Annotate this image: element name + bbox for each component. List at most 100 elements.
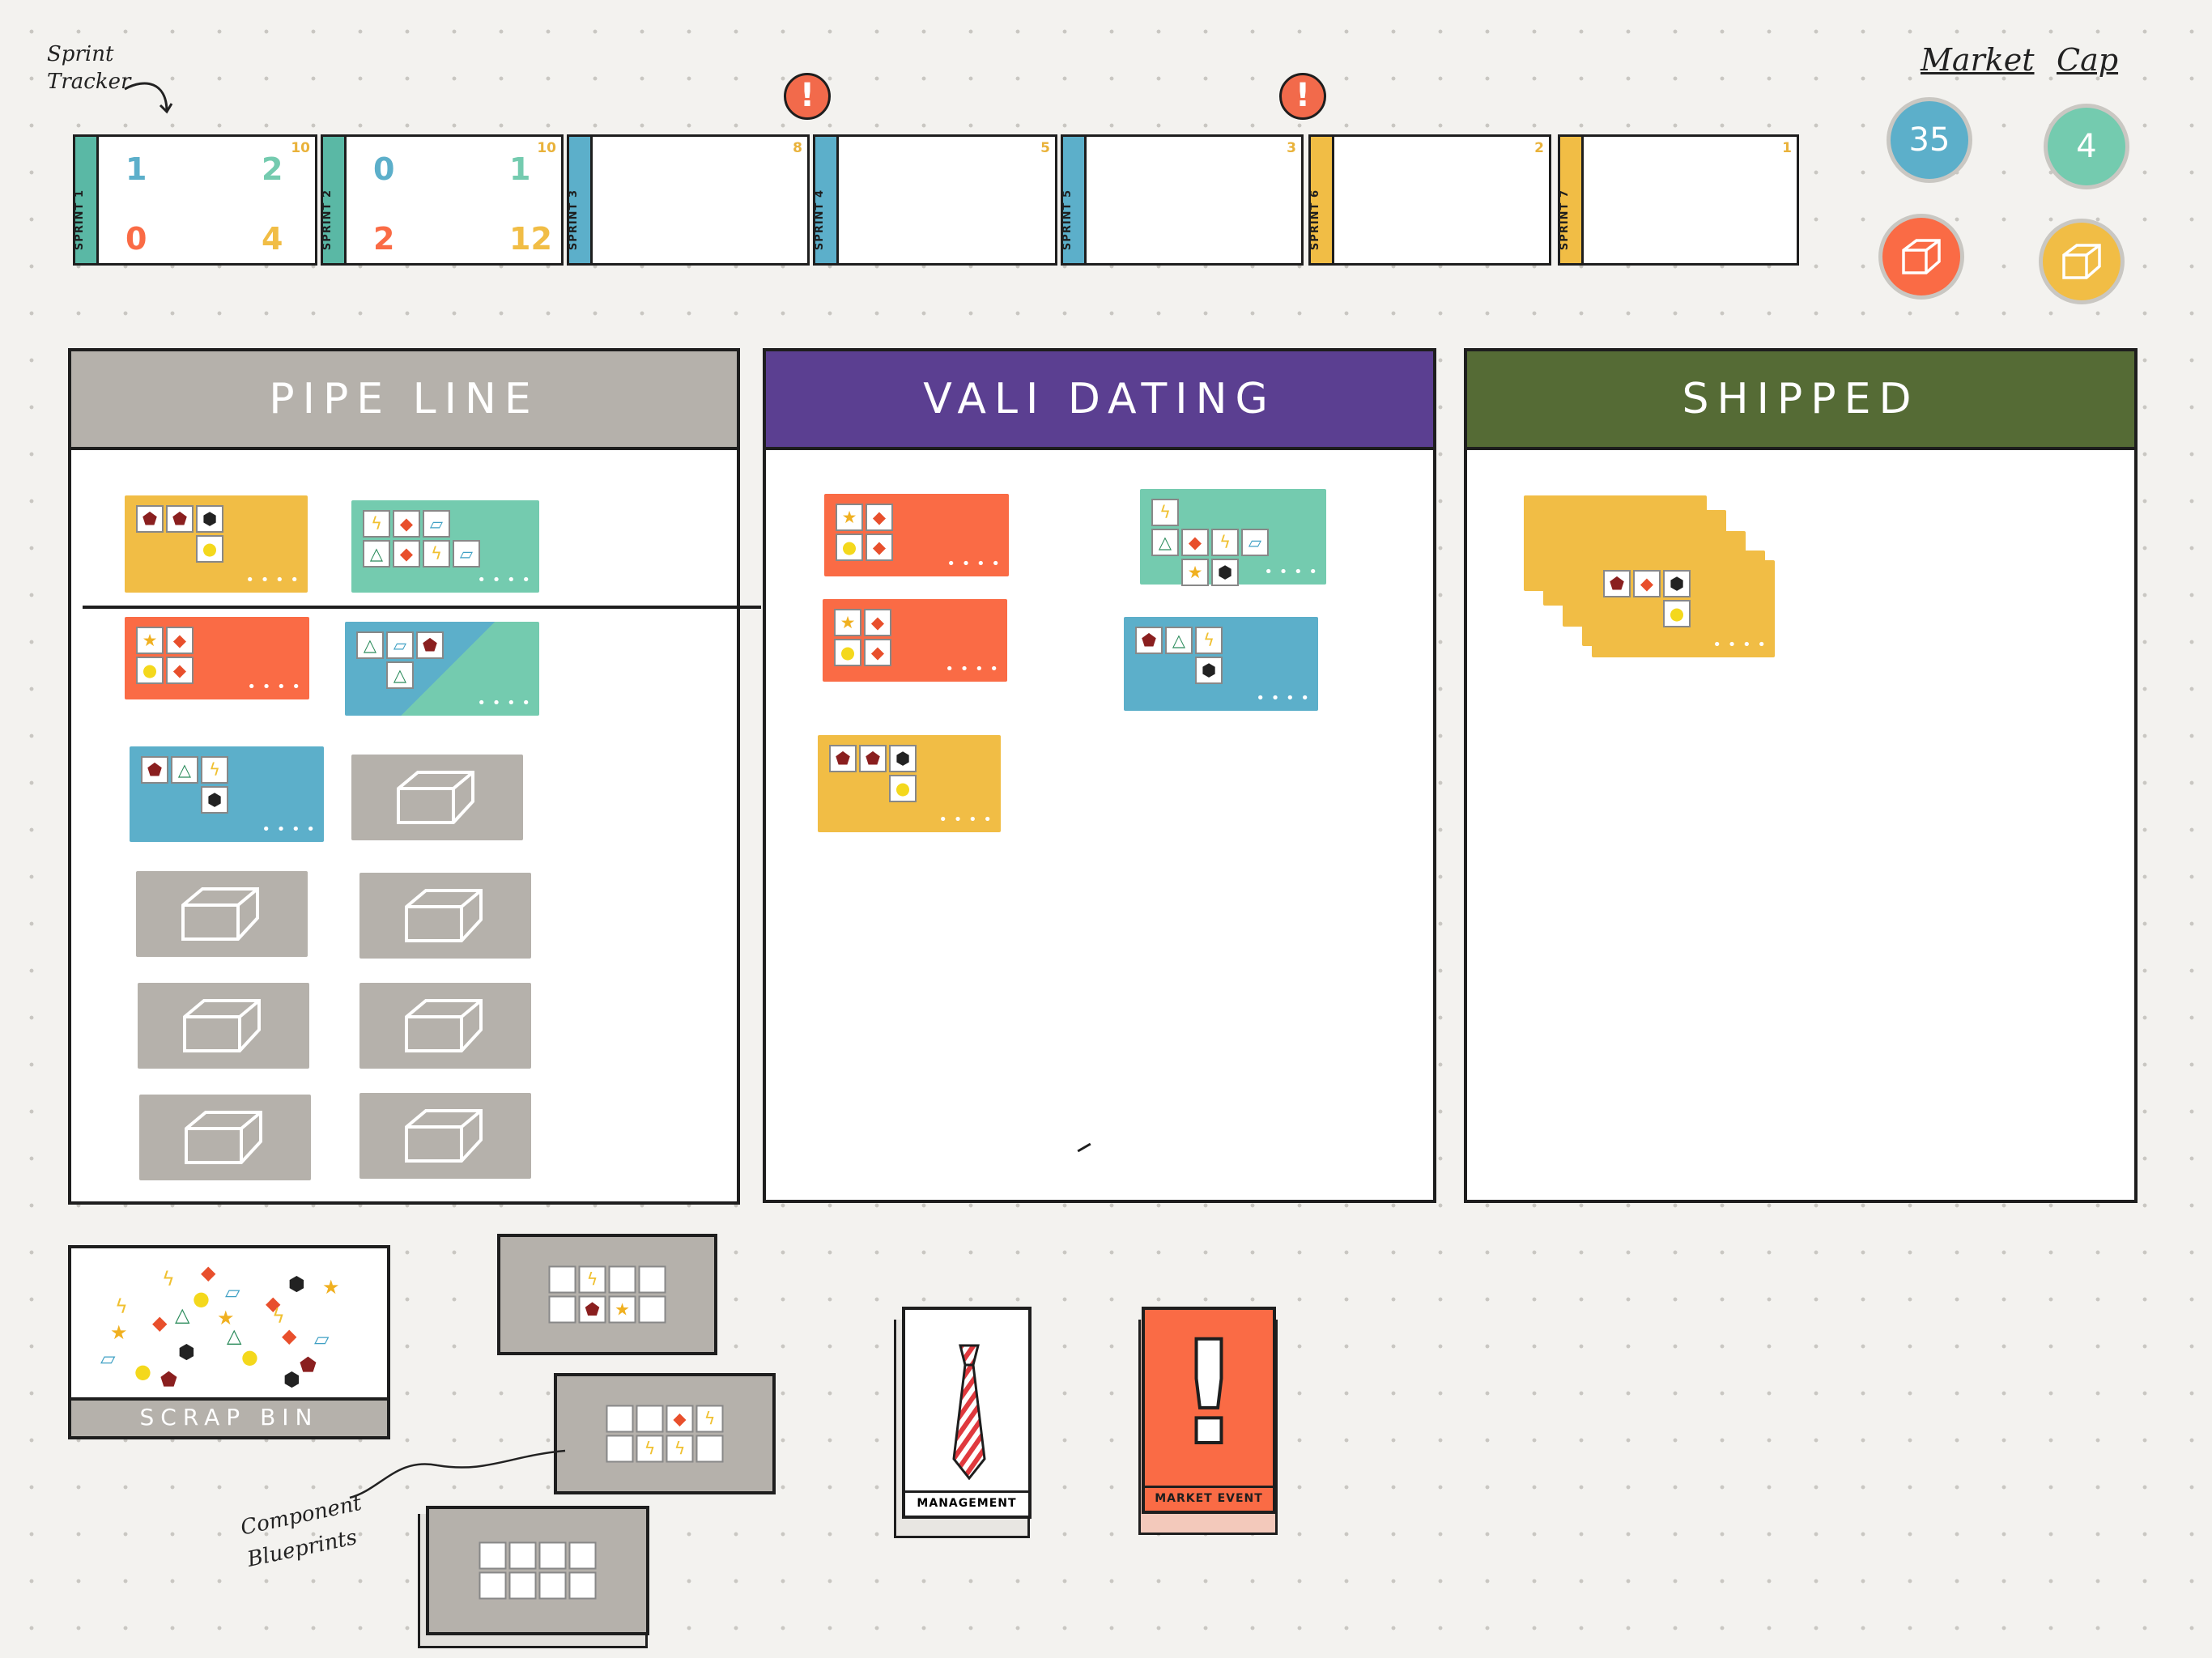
pentagon-icon: ⬟ [578, 1295, 606, 1324]
card-menu-dots[interactable]: • • • • [1712, 638, 1767, 653]
empty-slot [1241, 499, 1269, 526]
dot-icon[interactable]: ● [193, 1289, 210, 1308]
star-icon[interactable]: ★ [322, 1278, 340, 1297]
dot-icon[interactable]: ● [241, 1347, 258, 1367]
component-grid: ϟ △ ◆ ϟ ▱ ★ ⬢ [1151, 499, 1269, 586]
pipeline-box-card-6[interactable] [139, 1095, 311, 1180]
nut-icon[interactable]: ◆ [201, 1263, 215, 1282]
bolt-icon: ϟ [636, 1435, 664, 1463]
pipeline-card-teal[interactable]: ϟ ◆ ▱ △ ◆ ϟ ▱ • • • • [351, 500, 539, 593]
para-icon[interactable]: ▱ [100, 1349, 115, 1368]
market-cap-teal-counter[interactable]: 4 [2044, 104, 2129, 189]
validating-card-yellow[interactable]: ⬟ ⬟ ⬢ ● • • • • [818, 735, 1001, 832]
pipeline-card-blue[interactable]: ⬟ △ ϟ ⬢ • • • • [130, 746, 324, 842]
star-icon: ★ [836, 504, 863, 531]
sprint-strip: SPRINT 6 [1309, 137, 1334, 263]
sprint-card-6[interactable]: SPRINT 6 2 [1308, 134, 1551, 266]
card-menu-dots[interactable]: • • • • [946, 557, 1001, 572]
sprint-card-5[interactable]: SPRINT 5 3 [1061, 134, 1304, 266]
pentagon-icon: ⬟ [859, 745, 887, 772]
market-event-deck-label: MARKET EVENT [1145, 1486, 1273, 1511]
blueprint-card-2[interactable]: ◆ ϟ ϟ ϟ [554, 1373, 776, 1494]
sprint-capacity: 1 [1782, 140, 1792, 156]
plug-icon[interactable]: ⬢ [178, 1342, 195, 1362]
red-cube-token[interactable] [1878, 214, 1964, 300]
blueprints-pointer [349, 1449, 566, 1499]
card-menu-dots[interactable]: • • • • [262, 823, 316, 837]
card-menu-dots[interactable]: • • • • [938, 813, 993, 827]
shipped-column: SHIPPED [1464, 348, 2138, 1203]
validating-card-teal[interactable]: ϟ △ ◆ ϟ ▱ ★ ⬢ • • • • [1140, 489, 1326, 586]
card-menu-dots[interactable]: • • • • [1256, 691, 1310, 706]
bolt-icon[interactable]: ϟ [162, 1269, 175, 1289]
blank-slot [568, 1571, 597, 1600]
bolt-icon: ϟ [1211, 529, 1239, 556]
alert-icon-sprint-4[interactable]: ! [784, 73, 831, 120]
plug-icon[interactable]: ⬢ [288, 1274, 305, 1294]
market-event-deck[interactable]: ! MARKET EVENT [1142, 1307, 1276, 1514]
pentagon-icon[interactable]: ⬟ [160, 1370, 177, 1389]
para-icon[interactable]: ▱ [225, 1282, 240, 1302]
management-deck[interactable]: MANAGEMENT [902, 1307, 1032, 1519]
component-grid: ⬟ △ ϟ ⬢ [141, 756, 228, 814]
dot-icon[interactable]: ● [134, 1362, 151, 1381]
plug-icon: ⬢ [196, 505, 223, 533]
nut-icon[interactable]: ◆ [282, 1326, 296, 1346]
pipeline-box-card-1[interactable] [351, 755, 523, 840]
validating-card-red-1[interactable]: ★ ◆ ● ◆ • • • • [824, 494, 1009, 576]
triangle-icon: △ [171, 756, 198, 784]
triangle-icon[interactable]: △ [227, 1326, 241, 1346]
pentagon-icon: ⬟ [1603, 570, 1631, 597]
card-menu-dots[interactable]: • • • • [245, 573, 300, 588]
sprint-card-2[interactable]: SPRINT 2 10 0 1 2 12 [321, 134, 564, 266]
bolt-icon[interactable]: ϟ [272, 1307, 285, 1326]
card-menu-dots[interactable]: • • • • [1264, 565, 1318, 580]
sprint-card-1[interactable]: SPRINT 1 10 1 2 0 4 [73, 134, 317, 266]
nut-icon: ◆ [166, 627, 194, 654]
market-cap-blue-counter[interactable]: 35 [1887, 97, 1972, 183]
card-menu-dots[interactable]: • • • • [945, 662, 999, 677]
shipped-card-5[interactable]: ⬟ ◆ ⬢ ● • • • • [1592, 560, 1775, 657]
blueprint-grid: ϟ ⬟ ★ [548, 1265, 666, 1324]
cube-icon [1902, 239, 1941, 274]
pipeline-box-card-4[interactable] [138, 983, 309, 1069]
nut-icon[interactable]: ◆ [152, 1313, 167, 1333]
pipeline-box-card-2[interactable] [136, 871, 308, 957]
card-menu-dots[interactable]: • • • • [247, 680, 301, 695]
star-icon[interactable]: ★ [110, 1323, 128, 1342]
pipeline-card-yellow[interactable]: ⬟ ⬟ ⬢ ● • • • • [125, 495, 308, 593]
triangle-icon[interactable]: △ [175, 1305, 189, 1324]
card-menu-dots[interactable]: • • • • [477, 573, 531, 588]
bolt-icon: ϟ [363, 510, 390, 538]
blueprint-card-1[interactable]: ϟ ⬟ ★ [497, 1234, 717, 1355]
sprint-count: 2 [373, 221, 395, 257]
sprint-capacity: 10 [537, 140, 556, 156]
pipeline-card-bluegreen[interactable]: △ ▱ ⬟ △ • • • • [345, 622, 539, 716]
plug-icon: ⬢ [201, 786, 228, 814]
pipeline-box-card-7[interactable] [359, 1093, 531, 1179]
pipeline-card-red[interactable]: ★ ◆ ● ◆ • • • • [125, 617, 309, 699]
sprint-capacity: 3 [1287, 140, 1296, 156]
yellow-cube-token[interactable] [2039, 219, 2125, 304]
bolt-icon[interactable]: ϟ [115, 1297, 128, 1316]
validating-card-blue[interactable]: ⬟ △ ϟ ⬢ • • • • [1124, 617, 1318, 711]
sprint-card-3[interactable]: SPRINT 3 8 [567, 134, 810, 266]
bolt-icon: ϟ [1151, 499, 1179, 526]
alert-icon-sprint-6[interactable]: ! [1279, 73, 1326, 120]
triangle-icon: △ [1165, 627, 1193, 654]
cube-icon [185, 1111, 262, 1164]
component-grid: ⬟ ⬟ ⬢ ● [829, 745, 917, 802]
pipeline-box-card-5[interactable] [359, 983, 531, 1069]
sprint-card-4[interactable]: SPRINT 4 5 [813, 134, 1057, 266]
card-menu-dots[interactable]: • • • • [477, 696, 531, 711]
pentagon-icon[interactable]: ⬟ [300, 1355, 317, 1375]
sprint-card-7[interactable]: SPRINT 7 1 [1558, 134, 1799, 266]
plug-icon[interactable]: ⬢ [283, 1370, 300, 1389]
scrap-bin[interactable]: ϟ ◆ ⬢ ★ ▱ ● ◆ ϟ △ ◆ ★ ϟ ★ ▱ △ ◆ ● ▱ ● ⬢ ⬟ ⬢ ⬟ SCRAP BIN [68, 1245, 390, 1439]
star-icon: ★ [834, 609, 861, 636]
validating-card-red-2[interactable]: ★ ◆ ● ◆ • • • • [823, 599, 1007, 682]
triangle-icon: △ [1151, 529, 1179, 556]
para-icon[interactable]: ▱ [314, 1329, 329, 1349]
pipeline-box-card-3[interactable] [359, 873, 531, 959]
blueprint-deck[interactable] [426, 1506, 649, 1635]
